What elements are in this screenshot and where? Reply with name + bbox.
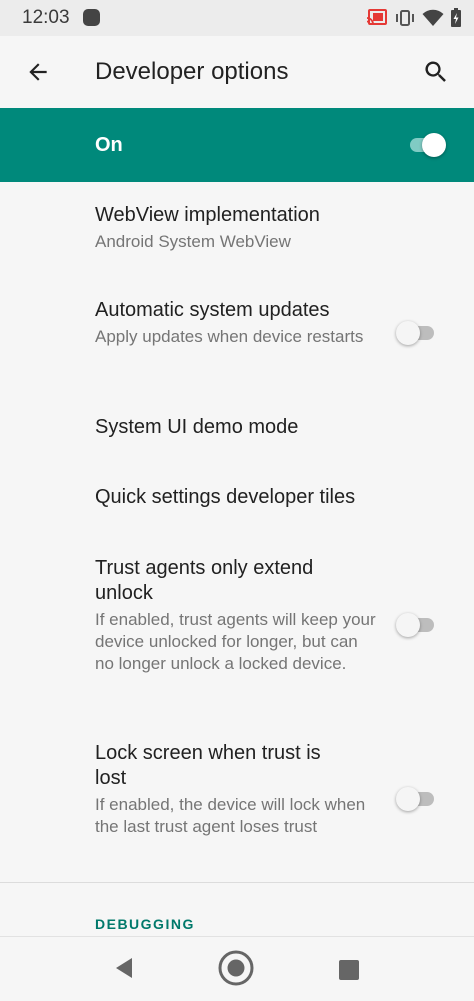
pref-webview-implementation[interactable]: WebView implementation Android System We…: [0, 182, 474, 274]
nav-back-icon: [116, 958, 132, 978]
arrow-left-icon: [29, 63, 47, 81]
pref-title: Quick settings developer tiles: [95, 486, 356, 508]
status-icons: [366, 6, 462, 30]
battery-charging-icon: [450, 8, 462, 28]
pref-title: Lock screen when trust is lost: [95, 742, 321, 789]
category-header-debugging: DEBUGGING: [95, 916, 195, 932]
status-time: 12:03: [22, 7, 70, 28]
nav-home-icon: [218, 950, 254, 986]
toggle-thumb: [422, 133, 446, 157]
pref-automatic-system-updates[interactable]: Automatic system updates Apply updates w…: [0, 280, 474, 390]
back-button[interactable]: [18, 52, 58, 92]
nav-recents-button[interactable]: [336, 957, 362, 983]
automatic-updates-toggle[interactable]: [396, 320, 436, 346]
master-switch-label: On: [95, 134, 123, 156]
pref-title: Trust agents only extend unlock: [95, 557, 314, 604]
vibrate-icon: [394, 9, 416, 27]
toggle-thumb: [396, 787, 420, 811]
section-divider: [0, 882, 474, 883]
navigation-bar: [0, 936, 474, 1001]
developer-options-master-switch[interactable]: On: [0, 108, 474, 182]
pref-title: System UI demo mode: [95, 416, 299, 438]
wifi-icon: [422, 9, 444, 27]
status-bar: 12:03: [0, 0, 474, 36]
pref-quick-settings-developer-tiles[interactable]: Quick settings developer tiles: [0, 466, 474, 530]
toggle-thumb: [396, 613, 420, 637]
pref-lock-screen-trust-lost[interactable]: Lock screen when trust is lost If enable…: [0, 726, 474, 876]
lock-screen-trust-lost-toggle[interactable]: [396, 786, 436, 812]
nav-back-button[interactable]: [110, 954, 138, 982]
app-notification-icon: [83, 9, 100, 26]
pref-system-ui-demo-mode[interactable]: System UI demo mode: [0, 396, 474, 460]
pref-trust-agents-extend-unlock[interactable]: Trust agents only extend unlock If enabl…: [0, 540, 474, 710]
pref-summary: Apply updates when device restarts: [95, 327, 364, 346]
pref-summary: If enabled, the device will lock when th…: [95, 795, 366, 836]
trust-agents-extend-unlock-toggle[interactable]: [396, 612, 436, 638]
pref-summary: If enabled, trust agents will keep your …: [95, 610, 376, 673]
pref-title: WebView implementation: [95, 204, 320, 226]
master-toggle[interactable]: [406, 132, 446, 158]
toggle-thumb: [396, 321, 420, 345]
pref-title: Automatic system updates: [95, 299, 330, 321]
search-icon: [425, 61, 446, 82]
page-title: Developer options: [95, 58, 289, 85]
search-button[interactable]: [416, 52, 456, 92]
cast-icon: [366, 9, 388, 27]
pref-summary: Android System WebView: [95, 232, 291, 251]
nav-home-button[interactable]: [217, 949, 255, 987]
nav-recents-icon: [339, 960, 359, 980]
app-bar: Developer options: [0, 36, 474, 108]
